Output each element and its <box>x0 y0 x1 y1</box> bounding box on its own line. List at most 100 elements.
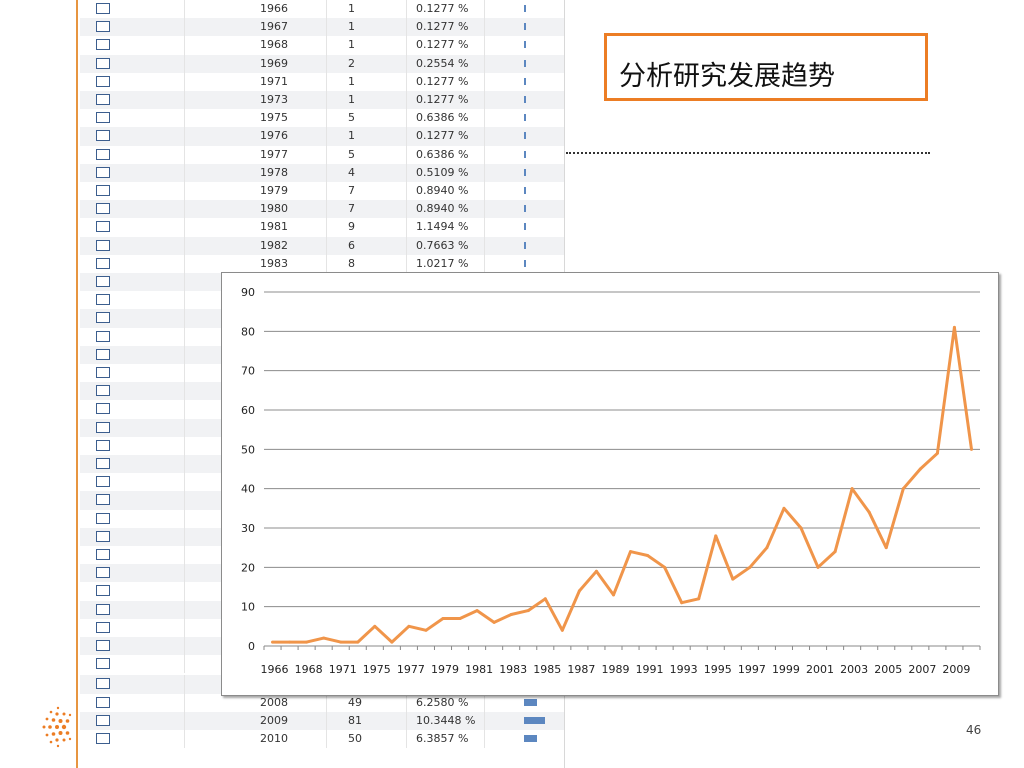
row-count: 7 <box>348 202 355 216</box>
row-count: 5 <box>348 111 355 125</box>
column-divider <box>406 730 407 749</box>
column-divider <box>184 254 185 273</box>
row-checkbox[interactable] <box>96 458 110 469</box>
row-checkbox[interactable] <box>96 276 110 287</box>
column-divider <box>326 236 327 255</box>
row-checkbox[interactable] <box>96 621 110 633</box>
row-checkbox[interactable] <box>96 94 110 105</box>
column-divider <box>326 91 327 110</box>
row-count: 6 <box>348 238 355 252</box>
data-point <box>271 640 275 644</box>
row-year: 1973 <box>260 93 288 106</box>
row-checkbox[interactable] <box>96 294 110 306</box>
row-checkbox[interactable] <box>96 112 110 124</box>
row-checkbox[interactable] <box>96 403 110 415</box>
row-checkbox[interactable] <box>96 585 110 597</box>
row-checkbox[interactable] <box>96 57 110 69</box>
table-row: 1969 2 0.2554 % <box>80 54 564 73</box>
column-divider <box>484 0 485 19</box>
row-checkbox[interactable] <box>96 714 110 726</box>
row-count: 50 <box>348 732 362 745</box>
row-checkbox[interactable] <box>96 421 110 433</box>
column-divider <box>184 364 185 383</box>
row-checkbox[interactable] <box>96 530 110 542</box>
row-checkbox[interactable] <box>96 603 110 615</box>
row-percent: 0.2554 % <box>416 56 469 70</box>
row-year: 1966 <box>260 2 288 15</box>
row-checkbox[interactable] <box>96 640 110 651</box>
row-checkbox[interactable] <box>96 549 110 560</box>
row-checkbox[interactable] <box>96 312 110 324</box>
column-divider <box>406 254 407 273</box>
row-checkbox[interactable] <box>96 367 110 378</box>
data-point <box>629 550 633 554</box>
row-checkbox[interactable] <box>96 130 110 142</box>
row-percent-bar <box>524 132 526 140</box>
row-percent: 0.1277 % <box>416 129 469 143</box>
row-checkbox[interactable] <box>96 348 110 360</box>
row-percent: 0.8940 % <box>416 184 469 197</box>
data-point <box>748 565 752 569</box>
row-checkbox[interactable] <box>96 203 110 215</box>
column-divider <box>484 218 485 237</box>
trend-chart-svg: 0 10 20 30 40 50 60 70 80 90 1966 1968 1971 1975 1977 1… <box>241 286 981 676</box>
column-divider <box>406 145 407 164</box>
table-row: 1979 7 0.8940 % <box>80 182 564 201</box>
row-percent: 1.1494 % <box>416 220 469 234</box>
row-checkbox[interactable] <box>96 21 110 33</box>
row-checkbox[interactable] <box>96 733 110 744</box>
row-checkbox[interactable] <box>96 148 110 160</box>
column-divider <box>184 675 185 694</box>
y-tick-label: 20 <box>241 561 255 574</box>
row-checkbox[interactable] <box>96 3 110 14</box>
row-percent: 0.8940 % <box>416 202 469 216</box>
x-tick-label: 1975 <box>363 663 391 676</box>
y-tick-label: 60 <box>241 404 255 417</box>
table-row: 1971 1 0.1277 % <box>80 72 564 91</box>
x-tick-label: 1966 <box>261 663 289 676</box>
row-percent-bar <box>524 205 526 213</box>
row-checkbox[interactable] <box>96 39 110 51</box>
row-count: 2 <box>348 56 355 70</box>
row-checkbox[interactable] <box>96 257 110 269</box>
column-divider <box>184 18 185 37</box>
row-checkbox[interactable] <box>96 476 110 488</box>
row-checkbox[interactable] <box>96 330 110 342</box>
x-tick-label: 1981 <box>465 663 493 676</box>
row-percent: 0.1277 % <box>416 38 469 52</box>
row-checkbox[interactable] <box>96 494 110 506</box>
column-divider <box>184 273 185 292</box>
row-percent: 6.2580 % <box>416 695 469 709</box>
data-point <box>611 593 615 597</box>
row-percent-bar <box>524 5 526 12</box>
row-checkbox[interactable] <box>96 696 110 708</box>
trend-chart: 0 10 20 30 40 50 60 70 80 90 1966 1968 1971 1975 1977 1… <box>221 272 999 696</box>
column-divider <box>184 400 185 419</box>
column-divider <box>184 600 185 619</box>
column-divider <box>406 711 407 730</box>
x-tick-label: 1977 <box>397 663 425 676</box>
row-percent: 0.5109 % <box>416 165 469 179</box>
row-checkbox[interactable] <box>96 567 110 579</box>
column-divider <box>184 655 185 674</box>
row-checkbox[interactable] <box>96 185 110 196</box>
column-divider <box>326 218 327 237</box>
row-percent-bar <box>524 77 526 85</box>
data-point <box>918 467 922 471</box>
data-point <box>714 534 718 538</box>
row-year: 1977 <box>260 147 288 161</box>
row-year: 2010 <box>260 732 288 745</box>
data-point <box>390 640 394 644</box>
x-tick-label: 1968 <box>295 663 323 676</box>
row-checkbox[interactable] <box>96 239 110 251</box>
row-checkbox[interactable] <box>96 658 110 670</box>
row-checkbox[interactable] <box>96 221 110 233</box>
row-checkbox[interactable] <box>96 512 110 524</box>
row-checkbox[interactable] <box>96 439 110 451</box>
row-checkbox[interactable] <box>96 75 110 87</box>
row-checkbox[interactable] <box>96 678 110 690</box>
table-row: 1982 6 0.7663 % <box>80 236 564 255</box>
row-checkbox[interactable] <box>96 166 110 178</box>
row-checkbox[interactable] <box>96 385 110 397</box>
row-percent: 0.7663 % <box>416 238 469 252</box>
